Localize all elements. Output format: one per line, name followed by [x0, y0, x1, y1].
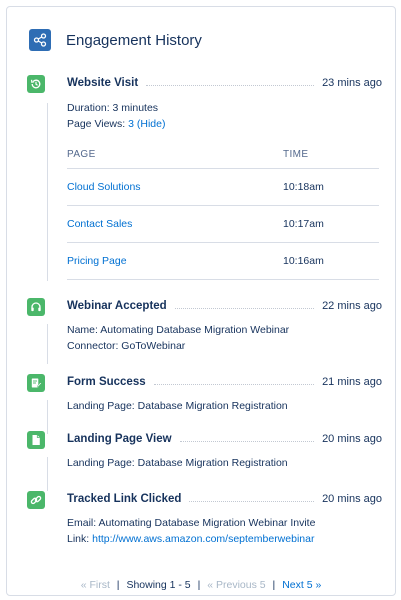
- item-time: 20 mins ago: [322, 493, 382, 505]
- next-page-link[interactable]: Next 5 »: [282, 579, 321, 591]
- pager-separator: |: [197, 579, 201, 591]
- dotted-leader: [189, 500, 315, 502]
- clock-history-icon: [27, 75, 45, 93]
- item-header: Webinar Accepted 22 mins ago: [67, 300, 382, 312]
- tracked-url-link[interactable]: http://www.aws.amazon.com/septemberwebin…: [92, 533, 314, 545]
- page-link[interactable]: Contact Sales: [67, 218, 132, 230]
- item-header: Website Visit 23 mins ago: [67, 77, 382, 89]
- column-header-time: TIME: [283, 149, 309, 160]
- item-time: 20 mins ago: [322, 433, 382, 445]
- card-header: Engagement History: [29, 29, 202, 51]
- item-title: Tracked Link Clicked: [67, 493, 182, 505]
- item-header: Tracked Link Clicked 20 mins ago: [67, 493, 382, 505]
- item-title: Landing Page View: [67, 433, 172, 445]
- page-time: 10:17am: [283, 218, 324, 230]
- page-views-table: PAGE TIME Cloud Solutions 10:18am Contac…: [67, 143, 379, 280]
- dotted-leader: [153, 383, 315, 385]
- column-header-page: PAGE: [67, 149, 96, 160]
- dotted-leader: [146, 84, 315, 86]
- showing-range: Showing 1 - 5: [126, 579, 191, 591]
- table-row: Pricing Page 10:16am: [67, 243, 379, 280]
- item-time: 22 mins ago: [322, 300, 382, 312]
- table-header-row: PAGE TIME: [67, 143, 379, 169]
- pagination: « First | Showing 1 - 5 | « Previous 5 |…: [7, 579, 395, 591]
- page-views-row: Page Views: 3 (Hide): [67, 118, 165, 130]
- item-title: Website Visit: [67, 77, 139, 89]
- page-time: 10:18am: [283, 181, 324, 193]
- card-title: Engagement History: [66, 31, 202, 49]
- landing-page-text: Landing Page: Database Migration Registr…: [67, 457, 288, 469]
- form-edit-icon: [27, 374, 45, 392]
- share-icon: [29, 29, 51, 51]
- item-time: 23 mins ago: [322, 77, 382, 89]
- link-label: Link:: [67, 533, 90, 545]
- landing-page-text: Landing Page: Database Migration Registr…: [67, 400, 288, 412]
- timeline-item-webinar-accepted: Webinar Accepted 22 mins ago Name: Autom…: [27, 298, 387, 352]
- link-icon: [27, 491, 45, 509]
- previous-page-link[interactable]: « Previous 5: [207, 579, 265, 591]
- hide-page-views-link[interactable]: (Hide): [137, 118, 166, 130]
- document-icon: [27, 431, 45, 449]
- item-title: Webinar Accepted: [67, 300, 167, 312]
- item-title: Form Success: [67, 376, 146, 388]
- table-row: Cloud Solutions 10:18am: [67, 169, 379, 206]
- page-time: 10:16am: [283, 255, 324, 267]
- email-text: Email: Automating Database Migration Web…: [67, 517, 316, 529]
- page-link[interactable]: Cloud Solutions: [67, 181, 141, 193]
- page-views-label: Page Views:: [67, 118, 126, 130]
- page-views-count-link[interactable]: 3: [128, 118, 134, 130]
- item-header: Landing Page View 20 mins ago: [67, 433, 382, 445]
- page-link[interactable]: Pricing Page: [67, 255, 127, 267]
- engagement-history-card: Engagement History Website Visit 23 mins…: [6, 6, 396, 596]
- duration-text: Duration: 3 minutes: [67, 102, 159, 114]
- timeline-item-landing-page-view: Landing Page View 20 mins ago Landing Pa…: [27, 431, 387, 471]
- webinar-name-text: Name: Automating Database Migration Webi…: [67, 324, 290, 336]
- dotted-leader: [179, 440, 315, 442]
- item-time: 21 mins ago: [322, 376, 382, 388]
- item-header: Form Success 21 mins ago: [67, 376, 382, 388]
- pager-separator: |: [272, 579, 276, 591]
- pager-separator: |: [116, 579, 120, 591]
- timeline-item-tracked-link-clicked: Tracked Link Clicked 20 mins ago Email: …: [27, 491, 387, 547]
- dotted-leader: [174, 307, 315, 309]
- connector-text: Connector: GoToWebinar: [67, 340, 186, 352]
- timeline-item-form-success: Form Success 21 mins ago Landing Page: D…: [27, 374, 387, 414]
- tracked-link-row: Link: http://www.aws.amazon.com/septembe…: [67, 533, 314, 545]
- table-row: Contact Sales 10:17am: [67, 206, 379, 243]
- headset-icon: [27, 298, 45, 316]
- first-page-link[interactable]: « First: [81, 579, 110, 591]
